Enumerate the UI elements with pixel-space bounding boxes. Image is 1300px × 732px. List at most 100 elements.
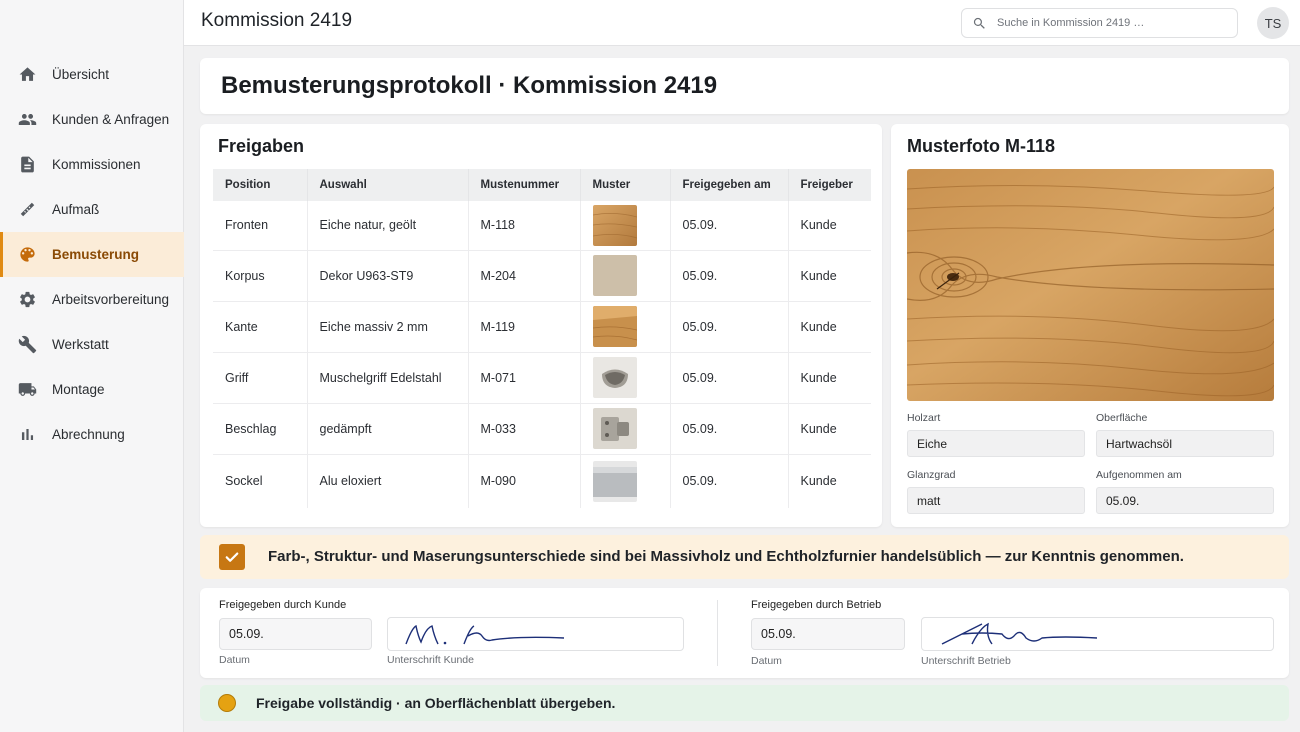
sidebar-item-label: Kunden & Anfragen: [52, 112, 170, 127]
cell-auswahl: Alu eloxiert: [307, 454, 469, 508]
cell-muster: [580, 201, 671, 251]
status-text: Freigabe vollständig · an Oberflächenbla…: [256, 695, 616, 711]
sidebar-item-werkstatt[interactable]: Werkstatt: [0, 322, 184, 367]
sidebar-item-aufmass[interactable]: Aufmaß: [0, 187, 184, 232]
kunde-signature: [405, 624, 565, 645]
acknowledgement-notice: Farb-, Struktur- und Maserungsunterschie…: [200, 535, 1289, 579]
checkmark-icon: [225, 552, 239, 562]
table-row[interactable]: Griff Muschelgriff Edelstahl M-071 05.09…: [213, 352, 871, 404]
sidebar: Übersicht Kunden & Anfragen Kommissionen…: [0, 0, 184, 732]
avatar[interactable]: TS: [1257, 7, 1289, 39]
freigaben-card: Freigaben Position Auswahl Mustenummer M…: [200, 124, 882, 527]
oberflaeche-field: Hartwachsöl: [1096, 430, 1274, 457]
search-input[interactable]: [997, 17, 1217, 29]
sidebar-item-label: Bemusterung: [52, 247, 140, 262]
cell-freigeber: Kunde: [788, 301, 871, 353]
table-row[interactable]: Fronten Eiche natur, geölt M-118 05.09. …: [213, 201, 871, 251]
cell-muster: [580, 301, 671, 353]
cell-position: Sockel: [213, 454, 308, 508]
shell-handle-swatch[interactable]: [592, 357, 637, 398]
table-header-row: Position Auswahl Mustenummer Muster Frei…: [213, 169, 871, 201]
cell-auswahl: gedämpft: [307, 403, 469, 455]
cell-muster: [580, 454, 671, 508]
cell-position: Beschlag: [213, 403, 308, 455]
table-row[interactable]: Sockel Alu eloxiert M-090 05.09. Kunde: [213, 454, 871, 508]
cell-position: Korpus: [213, 250, 308, 302]
table-row[interactable]: Korpus Dekor U963-ST9 M-204 05.09. Kunde: [213, 250, 871, 302]
column-header-freigegeben-am[interactable]: Freigegeben am: [670, 169, 789, 201]
signature-divider: [717, 600, 718, 666]
acknowledgement-text: Farb-, Struktur- und Maserungsunterschie…: [268, 548, 1184, 565]
hinge-swatch[interactable]: [592, 408, 637, 449]
sidebar-item-kunden[interactable]: Kunden & Anfragen: [0, 97, 184, 142]
app-title: Kommission 2419: [201, 10, 353, 31]
kunde-date-label: Datum: [219, 654, 250, 666]
cell-position: Kante: [213, 301, 308, 353]
beige-decor-swatch[interactable]: [592, 255, 637, 296]
cell-freigeber: Kunde: [788, 352, 871, 404]
truck-icon: [17, 380, 37, 400]
musterfoto-card: Musterfoto M-118 Holzart Eiche Oberfläch…: [891, 124, 1289, 527]
status-dot-icon: [218, 694, 236, 712]
ruler-icon: [17, 200, 37, 220]
column-header-position[interactable]: Position: [213, 169, 308, 201]
palette-icon: [17, 245, 37, 265]
column-header-freigeber[interactable]: Freigeber: [788, 169, 871, 201]
sidebar-nav: Übersicht Kunden & Anfragen Kommissionen…: [0, 52, 184, 457]
aufgenommen-label: Aufgenommen am: [1096, 469, 1182, 481]
sidebar-item-label: Übersicht: [52, 67, 110, 82]
cell-auswahl: Dekor U963-ST9: [307, 250, 469, 302]
cell-nummer: M-090: [468, 454, 581, 508]
cell-auswahl: Eiche massiv 2 mm: [307, 301, 469, 353]
sidebar-item-label: Arbeitsvorbereitung: [52, 292, 170, 307]
cell-freigeber: Kunde: [788, 250, 871, 302]
sidebar-item-montage[interactable]: Montage: [0, 367, 184, 412]
column-header-auswahl[interactable]: Auswahl: [307, 169, 469, 201]
signatures-card: Freigegeben durch Kunde 05.09. Datum Unt…: [200, 588, 1289, 678]
table-row[interactable]: Beschlag gedämpft M-033 05.09. Kunde: [213, 403, 871, 455]
cell-position: Fronten: [213, 201, 308, 251]
home-icon: [17, 65, 37, 85]
acknowledgement-checkbox[interactable]: [219, 544, 245, 570]
holzart-field: Eiche: [907, 430, 1085, 457]
search-box[interactable]: [961, 8, 1238, 38]
oak-edge-swatch[interactable]: [592, 306, 637, 347]
betrieb-sig-heading: Freigegeben durch Betrieb: [751, 599, 882, 611]
kunde-date-field[interactable]: 05.09.: [219, 618, 372, 650]
oak-sample-photo[interactable]: [907, 169, 1274, 401]
cell-nummer: M-204: [468, 250, 581, 302]
cell-nummer: M-119: [468, 301, 581, 353]
musterfoto-heading: Musterfoto M-118: [907, 136, 1056, 156]
sidebar-item-label: Werkstatt: [52, 337, 109, 352]
cell-datum: 05.09.: [670, 250, 789, 302]
cell-auswahl: Eiche natur, geölt: [307, 201, 469, 251]
betrieb-date-label: Datum: [751, 655, 782, 667]
page-title-card: Bemusterungsprotokoll · Kommission 2419: [200, 58, 1289, 114]
cell-auswahl: Muschelgriff Edelstahl: [307, 352, 469, 404]
cell-muster: [580, 352, 671, 404]
oak-swatch[interactable]: [592, 204, 637, 246]
cell-nummer: M-118: [468, 201, 581, 251]
sidebar-item-uebersicht[interactable]: Übersicht: [0, 52, 184, 97]
sidebar-item-label: Kommissionen: [52, 157, 141, 172]
cell-datum: 05.09.: [670, 201, 789, 251]
alu-plinth-swatch[interactable]: [592, 460, 637, 502]
betrieb-signature-field[interactable]: [921, 617, 1274, 651]
glanzgrad-label: Glanzgrad: [907, 469, 956, 481]
kunde-signature-field[interactable]: [387, 617, 684, 651]
table-row[interactable]: Kante Eiche massiv 2 mm M-119 05.09. Kun…: [213, 301, 871, 353]
sidebar-item-kommissionen[interactable]: Kommissionen: [0, 142, 184, 187]
betrieb-date-field[interactable]: 05.09.: [751, 618, 905, 650]
sidebar-item-arbeitsvorbereitung[interactable]: Arbeitsvorbereitung: [0, 277, 184, 322]
sidebar-item-label: Aufmaß: [52, 202, 100, 217]
cell-datum: 05.09.: [670, 403, 789, 455]
status-bar: Freigabe vollständig · an Oberflächenbla…: [200, 685, 1289, 721]
sidebar-item-abrechnung[interactable]: Abrechnung: [0, 412, 184, 457]
sidebar-item-bemusterung[interactable]: Bemusterung: [0, 232, 184, 277]
cell-freigeber: Kunde: [788, 201, 871, 251]
sidebar-item-label: Montage: [52, 382, 105, 397]
column-header-mustenummer[interactable]: Mustenummer: [468, 169, 581, 201]
cell-position: Griff: [213, 352, 308, 404]
column-header-muster[interactable]: Muster: [580, 169, 671, 201]
freigaben-heading: Freigaben: [218, 136, 305, 156]
